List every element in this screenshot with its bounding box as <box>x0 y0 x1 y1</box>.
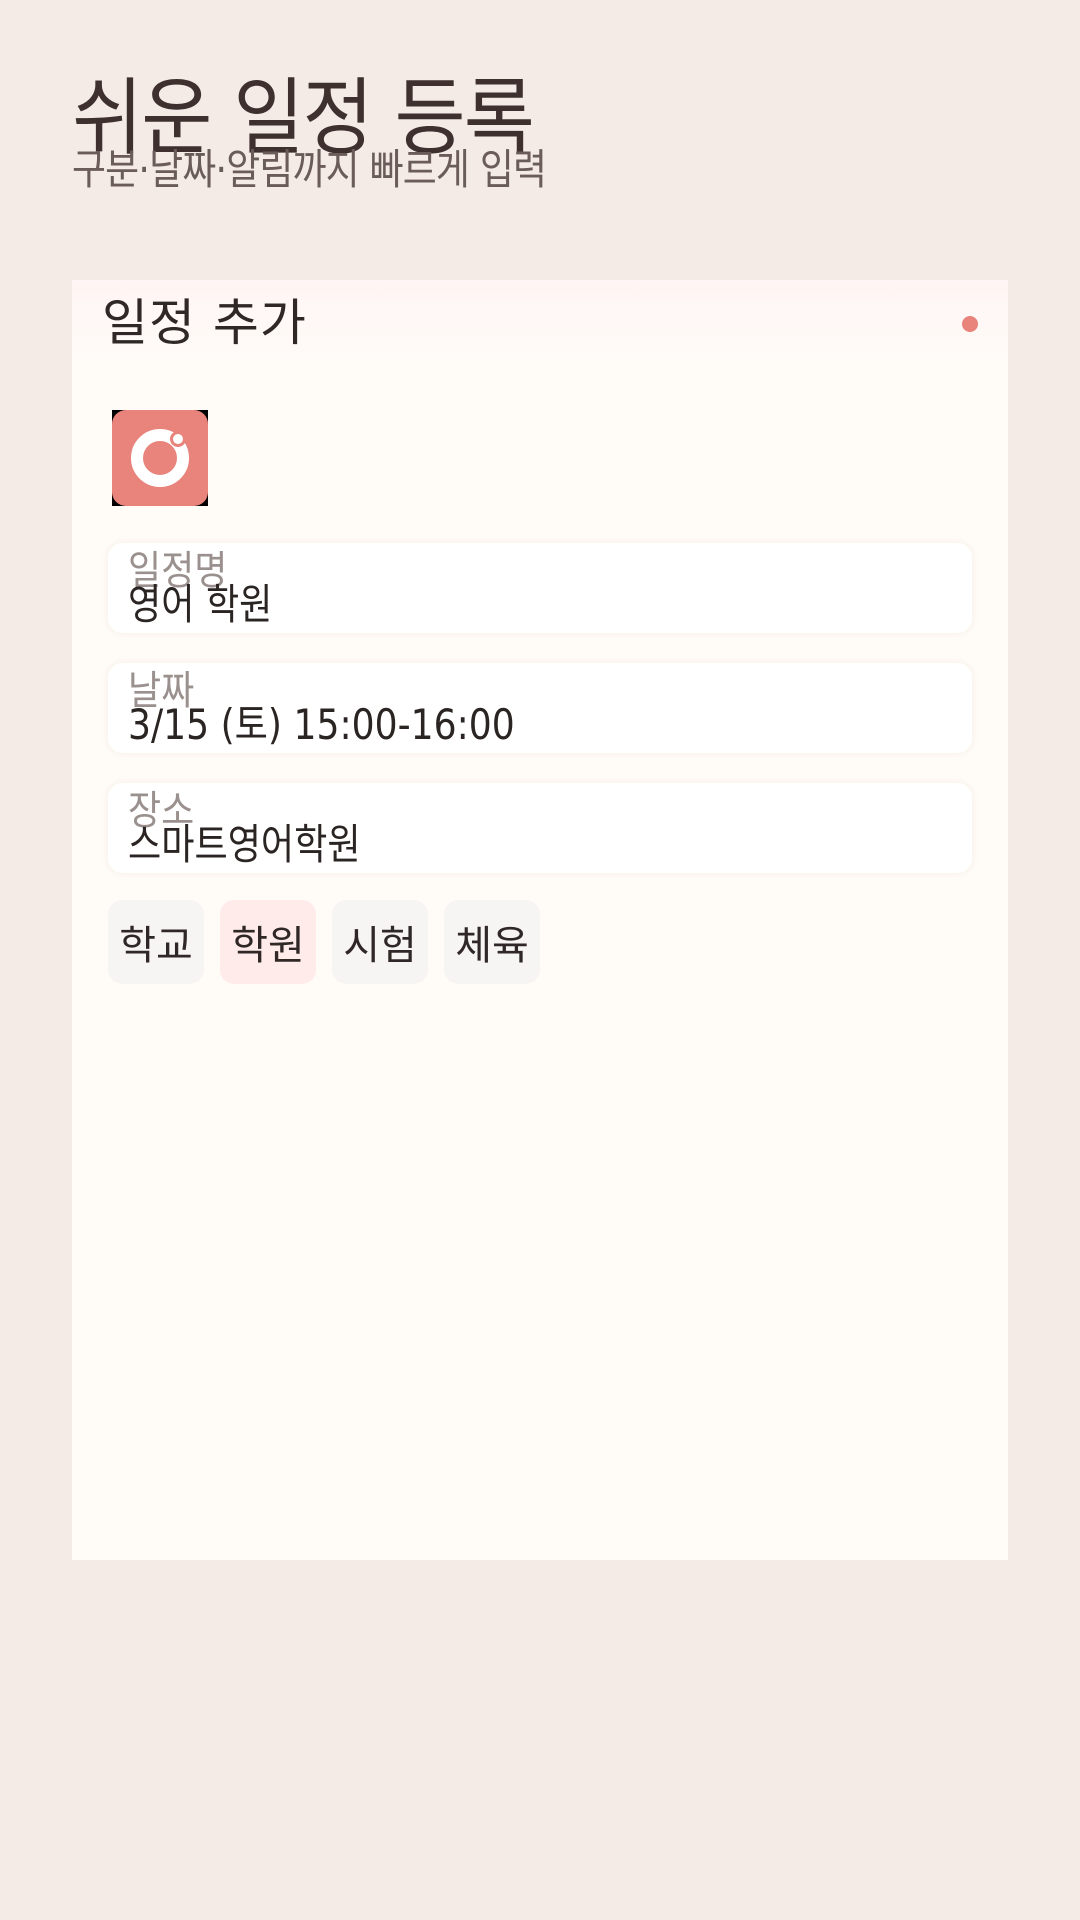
location-field-value[interactable]: 스마트영어학원 <box>128 821 361 869</box>
ring-icon <box>131 429 189 487</box>
category-chips: 학교 학원 시험 체육 <box>108 900 540 984</box>
status-dot <box>962 316 978 332</box>
category-chip-sports[interactable]: 체육 <box>444 900 540 984</box>
app-ring-icon <box>112 410 208 506</box>
date-field[interactable]: 날짜 3/15 (토) 15:00-16:00 <box>108 663 972 753</box>
page-subtitle: 구분·날짜·알림까지 빠르게 입력 <box>72 145 547 194</box>
location-field[interactable]: 장소 스마트영어학원 <box>108 783 972 873</box>
title-field-value[interactable]: 영어 학원 <box>128 581 272 629</box>
date-field-value[interactable]: 3/15 (토) 15:00-16:00 <box>128 701 515 749</box>
card-header: 일정 추가 <box>72 280 1008 370</box>
add-schedule-card: 일정 추가 일정명 영어 학원 날짜 3/15 (토) 15:00-16:00 … <box>72 280 1008 1560</box>
category-chip-academy[interactable]: 학원 <box>220 900 316 984</box>
category-chip-school[interactable]: 학교 <box>108 900 204 984</box>
category-chip-exam[interactable]: 시험 <box>332 900 428 984</box>
card-title: 일정 추가 <box>102 294 307 352</box>
title-field[interactable]: 일정명 영어 학원 <box>108 543 972 633</box>
page-header: 쉬운 일정 등록 구분·날짜·알림까지 빠르게 입력 <box>72 70 972 194</box>
